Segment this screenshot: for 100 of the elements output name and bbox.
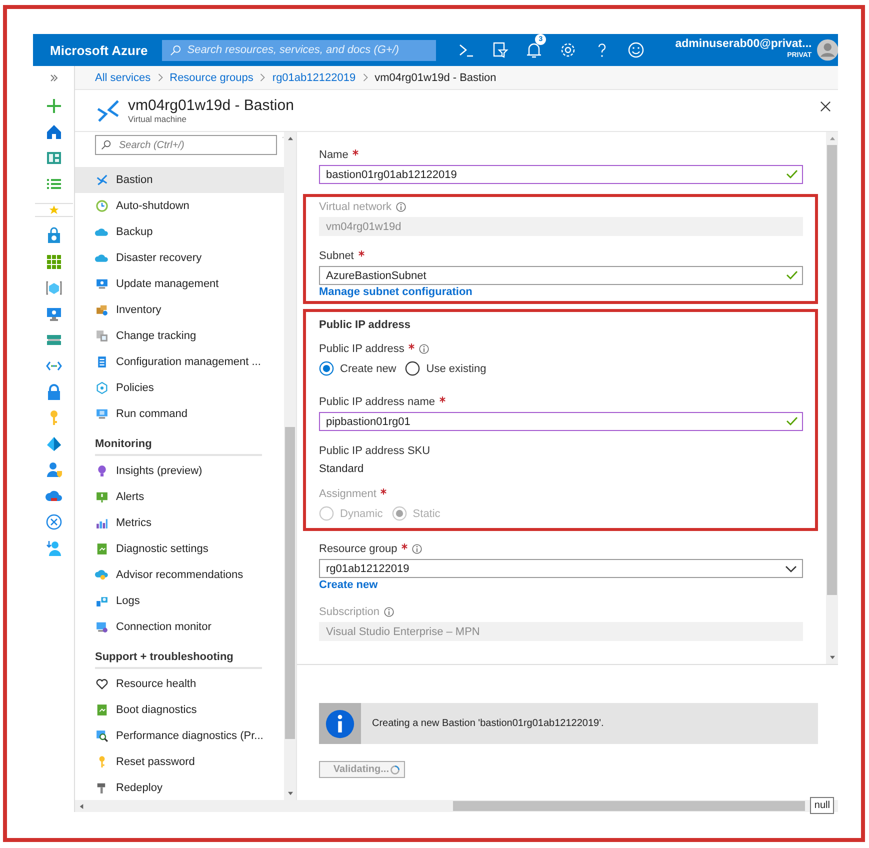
close-icon[interactable] bbox=[820, 101, 831, 112]
spinner-icon bbox=[390, 764, 400, 774]
menu-item[interactable]: Bastion bbox=[75, 167, 284, 193]
avatar-icon[interactable] bbox=[816, 39, 838, 61]
radio-option[interactable]: Use existing bbox=[405, 361, 486, 376]
field-label: Public IP address SKU bbox=[319, 444, 432, 459]
menu-item[interactable]: Configuration management ... bbox=[75, 349, 284, 375]
scrollbar[interactable] bbox=[826, 132, 838, 664]
info-icon bbox=[325, 708, 355, 738]
chevron-icon bbox=[362, 73, 369, 82]
scrollbar[interactable] bbox=[284, 132, 296, 800]
field-label: Subnet bbox=[319, 250, 354, 262]
user-icon[interactable] bbox=[44, 461, 62, 479]
scroll-thumb[interactable] bbox=[285, 427, 295, 739]
menu-item[interactable]: Connection monitor bbox=[75, 614, 284, 640]
menu-item[interactable]: Performance diagnostics (Pr... bbox=[75, 723, 284, 749]
menu-item[interactable]: Run command bbox=[75, 401, 284, 427]
menu-item[interactable]: Diagnostic settings bbox=[75, 536, 284, 562]
blade-subtitle: Virtual machine bbox=[128, 114, 188, 124]
field-label: Assignment bbox=[319, 488, 376, 500]
scroll-left-icon[interactable] bbox=[79, 802, 84, 810]
menu-item[interactable]: Redeploy bbox=[75, 775, 284, 800]
scroll-thumb[interactable] bbox=[827, 145, 837, 595]
filter-icon[interactable] bbox=[491, 41, 510, 59]
info-icon[interactable] bbox=[412, 544, 422, 554]
settings-icon[interactable] bbox=[559, 41, 578, 59]
menu-item[interactable]: Metrics bbox=[75, 510, 284, 536]
box-icon bbox=[95, 303, 109, 317]
heart-icon bbox=[95, 677, 109, 691]
radio-option[interactable]: Create new bbox=[319, 361, 396, 376]
field-label: Resource group bbox=[319, 543, 398, 555]
menu-section-heading: Support + troubleshooting bbox=[95, 647, 262, 669]
field-label: Name bbox=[319, 149, 348, 161]
bulb-icon bbox=[95, 464, 109, 478]
menu-item[interactable]: Resource health bbox=[75, 671, 284, 697]
search-field[interactable]: Search resources, services, and docs (G+/) bbox=[162, 40, 436, 60]
brand-name[interactable]: Microsoft Azure bbox=[50, 42, 162, 58]
account-name[interactable]: adminuserab00@privat... bbox=[675, 38, 812, 50]
info-icon[interactable] bbox=[419, 344, 430, 354]
monitor-icon bbox=[95, 620, 109, 634]
menu-item[interactable]: Reset password bbox=[75, 749, 284, 775]
link[interactable]: Manage subnet configuration bbox=[319, 286, 472, 299]
scroll-up-icon[interactable] bbox=[286, 136, 294, 141]
breadcrumb-link[interactable]: Resource groups bbox=[170, 72, 254, 84]
monitor-icon bbox=[95, 277, 109, 291]
menu-item[interactable]: Advisor recommendations bbox=[75, 562, 284, 588]
bell-icon[interactable] bbox=[525, 41, 544, 59]
monitor-icon bbox=[95, 407, 109, 421]
breadcrumb-link[interactable]: All services bbox=[95, 72, 151, 84]
search-icon bbox=[101, 140, 111, 150]
menu-item[interactable]: Policies bbox=[75, 375, 284, 401]
menu-search-field[interactable]: Search (Ctrl+/) bbox=[95, 135, 277, 155]
menu-item[interactable]: Alerts bbox=[75, 484, 284, 510]
scroll-thumb[interactable] bbox=[453, 801, 805, 811]
menu-item[interactable]: Backup bbox=[75, 219, 284, 245]
flag-icon bbox=[95, 490, 109, 504]
clock-icon bbox=[95, 199, 109, 213]
menu-item[interactable]: Auto-shutdown bbox=[75, 193, 284, 219]
checklist-icon bbox=[95, 355, 109, 369]
smiley-icon[interactable] bbox=[627, 41, 646, 59]
field-label: Virtual network bbox=[319, 201, 392, 213]
menu-item[interactable]: Insights (preview) bbox=[75, 458, 284, 484]
plus-icon[interactable] bbox=[44, 97, 62, 115]
banner-text: Creating a new Bastion 'bastion01rg01ab12122019'. bbox=[372, 718, 604, 729]
menu-item[interactable]: Change tracking bbox=[75, 323, 284, 349]
grid-icon[interactable] bbox=[44, 253, 62, 271]
field-label: Public IP address bbox=[319, 343, 404, 355]
tooltip: null bbox=[810, 797, 834, 814]
link[interactable]: Create new bbox=[319, 579, 378, 592]
expand-icon[interactable] bbox=[48, 73, 58, 83]
menu-item[interactable]: Logs bbox=[75, 588, 284, 614]
scrollbar[interactable]: null bbox=[75, 800, 838, 812]
menu-section-heading: Monitoring bbox=[95, 434, 262, 456]
chevron-icon bbox=[259, 73, 266, 82]
breadcrumb-link[interactable]: rg01ab12122019 bbox=[272, 72, 356, 84]
cube-icon[interactable] bbox=[44, 279, 62, 297]
scroll-down-icon[interactable] bbox=[828, 655, 836, 660]
chart-icon bbox=[95, 516, 109, 530]
text-field[interactable]: bastion01rg01ab12122019 bbox=[319, 165, 803, 184]
blade-title: vm04rg01w19d - Bastion bbox=[128, 97, 294, 114]
menu-item[interactable]: Inventory bbox=[75, 297, 284, 323]
field-label: Subscription bbox=[319, 606, 380, 618]
menu-item[interactable]: Disaster recovery bbox=[75, 245, 284, 271]
dashboard-icon[interactable] bbox=[44, 149, 62, 167]
pyramid-icon[interactable] bbox=[44, 435, 62, 453]
monitor-icon[interactable] bbox=[44, 305, 62, 323]
scroll-up-icon[interactable] bbox=[828, 136, 836, 141]
menu-item[interactable]: Boot diagnostics bbox=[75, 697, 284, 723]
scroll-down-icon[interactable] bbox=[286, 791, 294, 796]
text-field[interactable]: pipbastion01rg01 bbox=[319, 412, 803, 431]
home-icon[interactable] bbox=[44, 123, 62, 141]
dropdown[interactable]: rg01ab12122019 bbox=[319, 559, 803, 578]
user-icon[interactable] bbox=[44, 539, 62, 557]
text-field[interactable]: AzureBastionSubnet bbox=[319, 266, 803, 285]
search-icon bbox=[170, 44, 182, 56]
chevron-icon bbox=[156, 73, 164, 82]
cloud-icon bbox=[95, 568, 109, 582]
caret-icon bbox=[785, 564, 797, 572]
menu-item[interactable]: Update management bbox=[75, 271, 284, 297]
breadcrumb-current: vm04rg01w19d - Bastion bbox=[374, 72, 496, 84]
